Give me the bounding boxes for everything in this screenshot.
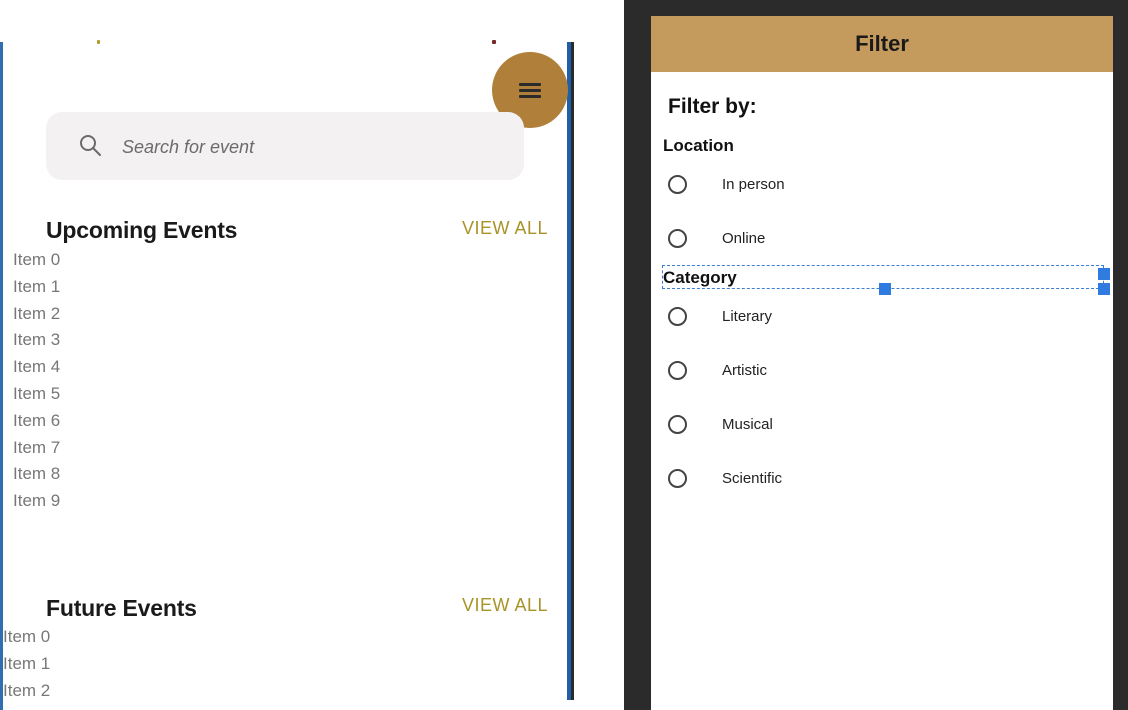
radio-artistic[interactable]: Artistic xyxy=(668,356,767,384)
radio-unchecked-icon[interactable] xyxy=(668,174,687,194)
upcoming-events-title: Upcoming Events xyxy=(46,217,238,243)
list-item[interactable]: Item 8 xyxy=(13,461,60,488)
frame-top xyxy=(624,0,1128,16)
upcoming-events-list: Item 0 Item 1 Item 2 Item 3 Item 4 Item … xyxy=(13,247,60,515)
radio-unchecked-icon[interactable] xyxy=(668,306,687,326)
location-label: Location xyxy=(663,136,734,155)
filter-by-heading: Filter by: xyxy=(668,95,757,118)
list-item[interactable]: Item 0 xyxy=(3,624,50,651)
resize-handle[interactable] xyxy=(879,283,891,295)
list-item[interactable]: Item 7 xyxy=(13,435,60,462)
resize-handle[interactable] xyxy=(1098,268,1110,280)
radio-in-person[interactable]: In person xyxy=(668,170,785,198)
list-item[interactable]: Item 1 xyxy=(13,274,60,301)
radio-unchecked-icon[interactable] xyxy=(668,414,687,434)
search-icon xyxy=(80,135,101,156)
radio-online[interactable]: Online xyxy=(668,224,765,252)
list-item[interactable]: Item 5 xyxy=(13,381,60,408)
right-border-shadow xyxy=(571,42,574,700)
list-item[interactable]: Item 3 xyxy=(13,327,60,354)
list-item[interactable]: Item 4 xyxy=(13,354,60,381)
filter-screen xyxy=(651,16,1113,710)
list-item[interactable]: Item 2 xyxy=(13,301,60,328)
resize-handle[interactable] xyxy=(1098,283,1110,295)
radio-unchecked-icon[interactable] xyxy=(668,360,687,380)
radio-unchecked-icon[interactable] xyxy=(668,468,687,488)
radio-unchecked-icon[interactable] xyxy=(668,228,687,248)
status-dot xyxy=(492,40,496,44)
list-item[interactable]: Item 2 xyxy=(3,678,50,705)
radio-label: Scientific xyxy=(722,469,783,487)
search-input[interactable] xyxy=(120,133,504,161)
radio-literary[interactable]: Literary xyxy=(668,302,772,330)
future-events-title: Future Events xyxy=(46,595,197,621)
top-strip xyxy=(0,0,580,42)
radio-label: Artistic xyxy=(722,361,767,379)
events-screen: Upcoming Events VIEW ALL Item 0 Item 1 I… xyxy=(0,0,580,710)
list-item[interactable]: Item 6 xyxy=(13,408,60,435)
radio-scientific[interactable]: Scientific xyxy=(668,464,782,492)
radio-label: Online xyxy=(722,229,766,247)
future-events-list: Item 0 Item 1 Item 2 xyxy=(3,624,50,704)
upcoming-view-all-button[interactable]: VIEW ALL xyxy=(462,218,548,239)
radio-label: Musical xyxy=(722,415,773,433)
status-dot xyxy=(97,40,100,44)
radio-musical[interactable]: Musical xyxy=(668,410,773,438)
list-item[interactable]: Item 9 xyxy=(13,488,60,515)
radio-label: Literary xyxy=(722,307,773,325)
panel-gap xyxy=(580,0,624,710)
filter-title: Filter xyxy=(855,31,909,56)
list-item[interactable]: Item 0 xyxy=(13,247,60,274)
category-label[interactable]: Category xyxy=(663,268,737,288)
filter-header: Filter xyxy=(651,16,1113,72)
menu-icon xyxy=(519,80,541,101)
list-item[interactable]: Item 1 xyxy=(3,651,50,678)
left-border xyxy=(0,42,3,710)
radio-label: In person xyxy=(722,175,785,193)
future-view-all-button[interactable]: VIEW ALL xyxy=(462,595,548,616)
